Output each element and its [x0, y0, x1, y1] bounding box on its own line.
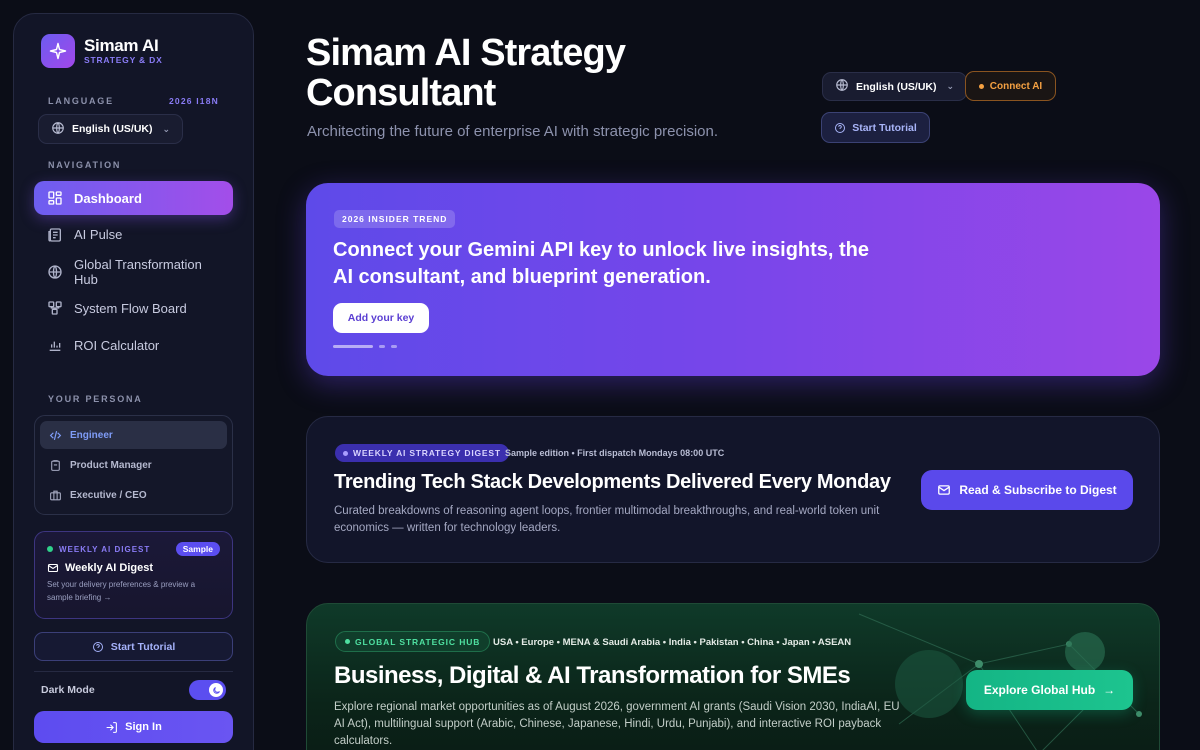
- language-label: LANGUAGE: [48, 96, 114, 106]
- persona-label: Product Manager: [70, 459, 152, 471]
- hero-banner: 2026 INSIDER TREND Connect your Gemini A…: [306, 183, 1160, 376]
- status-dot-icon: [343, 450, 348, 456]
- explore-label: Explore Global Hub: [983, 683, 1096, 697]
- persona-label: YOUR PERSONA: [48, 394, 143, 404]
- dark-mode-label: Dark Mode: [41, 684, 95, 696]
- digest-description: Curated breakdowns of reasoning agent lo…: [334, 505, 880, 534]
- digest-badge-label: WEEKLY AI STRATEGY DIGEST: [353, 448, 501, 458]
- carousel-dot[interactable]: [391, 345, 397, 348]
- persona-executive[interactable]: Executive / CEO: [40, 481, 227, 509]
- read-subscribe-label: Read & Subscribe to Digest: [959, 483, 1117, 497]
- flow-icon: [48, 301, 62, 316]
- sidebar-item-roi-calculator[interactable]: ROI Calculator: [34, 328, 233, 362]
- hub-regions: USA • Europe • MENA & Saudi Arabia • Ind…: [493, 637, 852, 648]
- sidebar-item-label: AI Pulse: [74, 227, 123, 243]
- digest-description: Set your delivery preferences & preview …: [47, 580, 196, 602]
- language-value: English (US/UK): [856, 80, 937, 93]
- connect-ai-button[interactable]: Connect AI: [965, 71, 1056, 101]
- help-circle-icon: [92, 641, 103, 652]
- hub-heading: Business, Digital & AI Transformation fo…: [334, 662, 851, 689]
- add-key-button[interactable]: Add your key: [333, 303, 429, 333]
- status-dot-icon: [345, 639, 350, 644]
- tutorial-label: Start Tutorial: [852, 121, 917, 134]
- help-circle-icon: [835, 122, 846, 133]
- persona-label: Executive / CEO: [70, 489, 147, 501]
- dark-mode-row: Dark Mode: [41, 680, 226, 700]
- sidebar-item-label: ROI Calculator: [74, 337, 160, 353]
- navigation-label: NAVIGATION: [48, 160, 122, 170]
- connect-label: Connect AI: [989, 80, 1043, 92]
- i18n-tag: 2026 I18N: [168, 96, 219, 106]
- login-icon: [106, 721, 118, 733]
- digest-heading: Trending Tech Stack Developments Deliver…: [334, 471, 891, 493]
- dashboard-icon: [48, 191, 62, 205]
- read-subscribe-button[interactable]: Read & Subscribe to Digest: [921, 470, 1133, 510]
- code-icon: [49, 430, 62, 440]
- hero-badge: 2026 INSIDER TREND: [334, 210, 456, 228]
- globe-icon: [48, 264, 62, 279]
- language-value: English (US/UK): [72, 123, 153, 135]
- globe-icon: [835, 78, 849, 95]
- header-language-select[interactable]: English (US/UK) ⌄: [822, 72, 968, 101]
- sidebar-item-label: System Flow Board: [74, 300, 187, 316]
- clipboard-icon: [51, 459, 60, 471]
- persona-engineer[interactable]: Engineer: [40, 421, 227, 449]
- hero-text: Connect your Gemini API key to unlock li…: [333, 239, 870, 288]
- hub-badge: GLOBAL STRATEGIC HUB: [335, 631, 491, 652]
- globe-icon: [51, 121, 65, 138]
- sidebar-item-ai-pulse[interactable]: AI Pulse: [34, 218, 233, 252]
- mail-icon: [938, 485, 951, 495]
- sidebar-start-tutorial-button[interactable]: Start Tutorial: [34, 632, 233, 661]
- persona-selector: Engineer Product Manager Executive / CEO: [34, 415, 233, 515]
- carousel-indicator: [333, 345, 397, 348]
- sample-badge: Sample: [175, 542, 220, 556]
- header-start-tutorial-button[interactable]: Start Tutorial: [821, 112, 930, 143]
- carousel-dot[interactable]: [379, 345, 385, 348]
- status-dot-icon: [47, 546, 53, 552]
- moon-icon: [212, 686, 220, 694]
- sidebar-item-label: Dashboard: [74, 190, 142, 206]
- global-hub-section: GLOBAL STRATEGIC HUB USA • Europe • MENA…: [306, 603, 1160, 750]
- status-dot-icon: [978, 83, 984, 89]
- digest-title: Weekly AI Digest: [65, 562, 154, 574]
- sidebar-item-label: Global Transformation Hub: [74, 256, 202, 287]
- persona-product-manager[interactable]: Product Manager: [40, 451, 227, 479]
- page-title: Simam AI Strategy Consultant: [306, 32, 626, 114]
- hub-description: Explore regional market opportunities as…: [334, 701, 900, 747]
- sparkle-logo-icon: [41, 34, 75, 68]
- sidebar: Simam AI STRATEGY & DX LANGUAGE 2026 I18…: [13, 13, 254, 750]
- brand[interactable]: Simam AI STRATEGY & DX: [41, 34, 163, 68]
- chevron-down-icon: ⌄: [162, 123, 171, 134]
- sidebar-item-global-hub[interactable]: Global Transformation Hub: [34, 255, 233, 289]
- mail-icon: [47, 563, 59, 573]
- bar-chart-icon: [49, 341, 61, 352]
- hub-badge-label: GLOBAL STRATEGIC HUB: [355, 636, 481, 647]
- digest-badge: WEEKLY AI STRATEGY DIGEST: [335, 444, 509, 462]
- persona-label: Engineer: [70, 429, 113, 441]
- briefcase-icon: [50, 490, 61, 500]
- sidebar-item-flow-board[interactable]: System Flow Board: [34, 291, 233, 325]
- arrow-right-icon: →: [1103, 683, 1116, 697]
- explore-global-hub-button[interactable]: Explore Global Hub →: [966, 670, 1133, 710]
- sign-in-label: Sign In: [125, 721, 162, 733]
- chevron-down-icon: ⌄: [946, 81, 955, 91]
- page-subtitle: Architecting the future of enterprise AI…: [307, 123, 719, 140]
- dark-mode-toggle[interactable]: [189, 680, 226, 700]
- sidebar-language-select[interactable]: English (US/UK) ⌄: [38, 114, 184, 144]
- nav-list: Dashboard AI Pulse Global Transformation…: [34, 181, 233, 365]
- digest-meta: Sample edition • First dispatch Mondays …: [505, 448, 725, 458]
- sign-in-button[interactable]: Sign In: [34, 711, 233, 743]
- weekly-digest-card[interactable]: WEEKLY AI DIGEST Sample Weekly AI Digest…: [34, 531, 233, 619]
- tutorial-label: Start Tutorial: [110, 640, 176, 653]
- brand-name: Simam AI: [84, 36, 159, 55]
- digest-kicker: WEEKLY AI DIGEST: [59, 544, 151, 554]
- carousel-dot-active[interactable]: [333, 345, 373, 348]
- weekly-digest-section: WEEKLY AI STRATEGY DIGEST Sample edition…: [306, 416, 1160, 563]
- newspaper-icon: [48, 228, 61, 242]
- brand-tagline: STRATEGY & DX: [84, 55, 163, 65]
- sidebar-item-dashboard[interactable]: Dashboard: [34, 181, 233, 215]
- divider: [34, 671, 233, 672]
